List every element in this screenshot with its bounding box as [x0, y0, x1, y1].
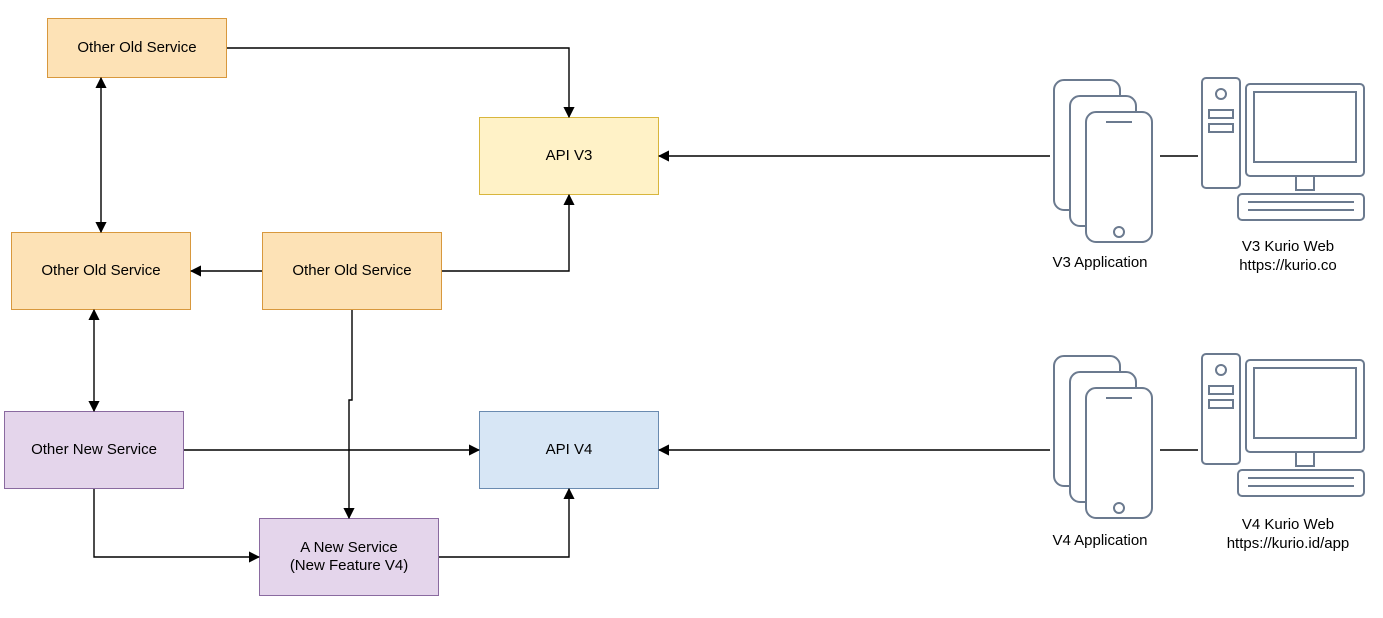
box-old-service-mid: Other Old Service	[262, 232, 442, 310]
desktop-icon-v4	[1198, 346, 1368, 510]
box-label: Other New Service	[31, 441, 157, 459]
box-label-line2: (New Feature V4)	[290, 557, 408, 574]
box-old-service-top: Other Old Service	[47, 18, 227, 78]
arrows-overlay	[0, 0, 1383, 618]
box-label: API V4	[546, 441, 593, 459]
desktop-icon-v3	[1198, 70, 1368, 234]
label-v4-app: V4 Application	[1020, 532, 1180, 551]
box-label-line1: A New Service	[300, 539, 398, 556]
phones-icon-v3	[1050, 76, 1160, 250]
box-label: API V3	[546, 147, 593, 165]
box-api-v4: API V4	[479, 411, 659, 489]
label-v3-web: V3 Kurio Web https://kurio.co	[1208, 238, 1368, 276]
box-label: Other Old Service	[77, 39, 196, 57]
box-new-service-left: Other New Service	[4, 411, 184, 489]
box-new-service-feature: A New Service (New Feature V4)	[259, 518, 439, 596]
phones-icon-v4	[1050, 352, 1160, 526]
box-old-service-left: Other Old Service	[11, 232, 191, 310]
label-v3-app: V3 Application	[1020, 254, 1180, 273]
box-label: Other Old Service	[292, 262, 411, 280]
box-api-v3: API V3	[479, 117, 659, 195]
label-v4-web: V4 Kurio Web https://kurio.id/app	[1208, 516, 1368, 554]
box-label: Other Old Service	[41, 262, 160, 280]
